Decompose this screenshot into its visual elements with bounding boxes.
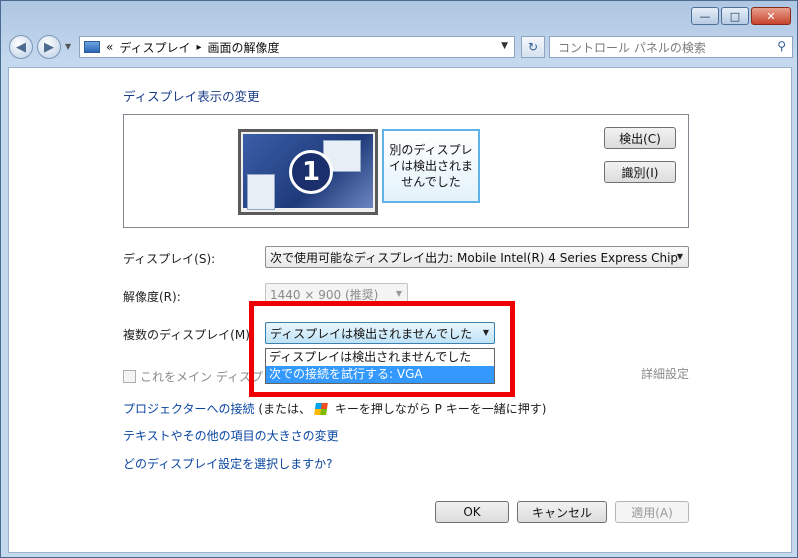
monitor-2-placeholder[interactable]: 別のディスプレイは検出されませんでした — [382, 129, 480, 203]
cancel-button[interactable]: キャンセル — [517, 501, 607, 523]
forward-button[interactable]: ▶ — [37, 35, 61, 59]
projector-link[interactable]: プロジェクターへの接続 — [123, 402, 255, 416]
back-button[interactable]: ◀ — [9, 35, 33, 59]
apply-button[interactable]: 適用(A) — [615, 501, 689, 523]
identify-button[interactable]: 識別(I) — [604, 161, 676, 183]
chevron-down-icon: ▼ — [676, 252, 683, 261]
windows-key-icon — [314, 403, 328, 415]
window-thumbnail — [247, 174, 275, 210]
monitor-icon — [84, 41, 100, 53]
display-select-value: 次で使用可能なディスプレイ出力: Mobile Intel(R) 4 Serie… — [270, 250, 679, 265]
monitor-arrangement-panel: 1 別のディスプレイは検出されませんでした 検出(C) 識別(I) — [123, 114, 689, 228]
projector-text-2: キーを押しながら P キーを一緒に押す) — [331, 402, 547, 416]
search-input[interactable]: コントロール パネルの検索 ⚲ — [549, 36, 793, 58]
display-select[interactable]: 次で使用可能なディスプレイ出力: Mobile Intel(R) 4 Serie… — [265, 246, 689, 268]
caption-buttons: — □ ✕ — [691, 7, 791, 25]
ok-button[interactable]: OK — [435, 501, 509, 523]
search-icon[interactable]: ⚲ — [777, 39, 786, 53]
address-bar: ◀ ▶ ▼ « ディスプレイ ▸ 画面の解像度 ▼ ↻ コントロール パネルの検… — [7, 33, 793, 61]
red-highlight-box — [249, 301, 515, 397]
address-dropdown-icon[interactable]: ▼ — [501, 41, 508, 51]
monitor-1[interactable]: 1 — [238, 129, 378, 215]
breadcrumb-display[interactable]: ディスプレイ — [119, 39, 190, 56]
close-button[interactable]: ✕ — [751, 7, 791, 25]
resolution-label: 解像度(R): — [123, 290, 181, 304]
monitor-number-badge: 1 — [289, 150, 333, 194]
which-setting-link[interactable]: どのディスプレイ設定を選択しますか? — [123, 455, 333, 472]
projector-text: (または、 — [254, 402, 312, 416]
chevron-down-icon: ▼ — [395, 289, 402, 298]
breadcrumb[interactable]: « ディスプレイ ▸ 画面の解像度 ▼ — [79, 36, 515, 58]
resolution-select-value: 1440 × 900 (推奨) — [270, 287, 379, 302]
control-panel-window: — □ ✕ ◀ ▶ ▼ « ディスプレイ ▸ 画面の解像度 ▼ ↻ コントロール… — [0, 0, 798, 558]
page-title: ディスプレイ表示の変更 — [123, 89, 260, 104]
projector-row: プロジェクターへの接続 (または、 キーを押しながら P キーを一緒に押す) — [123, 400, 546, 417]
monitor-2-text: 別のディスプレイは検出されませんでした — [388, 143, 473, 189]
advanced-settings-link[interactable]: 詳細設定 — [641, 365, 689, 382]
minimize-button[interactable]: — — [691, 7, 719, 25]
detect-button[interactable]: 検出(C) — [604, 127, 676, 149]
breadcrumb-separator[interactable]: ▸ — [197, 42, 202, 53]
text-size-link[interactable]: テキストやその他の項目の大きさの変更 — [123, 427, 339, 444]
multiple-displays-label: 複数のディスプレイ(M): — [123, 328, 254, 342]
refresh-button[interactable]: ↻ — [521, 36, 545, 58]
content-pane: ディスプレイ表示の変更 1 別のディスプレイは検出されませんでした 検出(C) … — [8, 67, 792, 553]
maximize-button[interactable]: □ — [721, 7, 749, 25]
display-label: ディスプレイ(S): — [123, 252, 216, 266]
recent-pages-dropdown[interactable]: ▼ — [65, 42, 71, 51]
breadcrumb-resolution[interactable]: 画面の解像度 — [208, 39, 280, 56]
search-placeholder: コントロール パネルの検索 — [558, 40, 706, 55]
breadcrumb-prefix[interactable]: « — [106, 40, 113, 54]
checkbox-box[interactable] — [123, 370, 136, 383]
